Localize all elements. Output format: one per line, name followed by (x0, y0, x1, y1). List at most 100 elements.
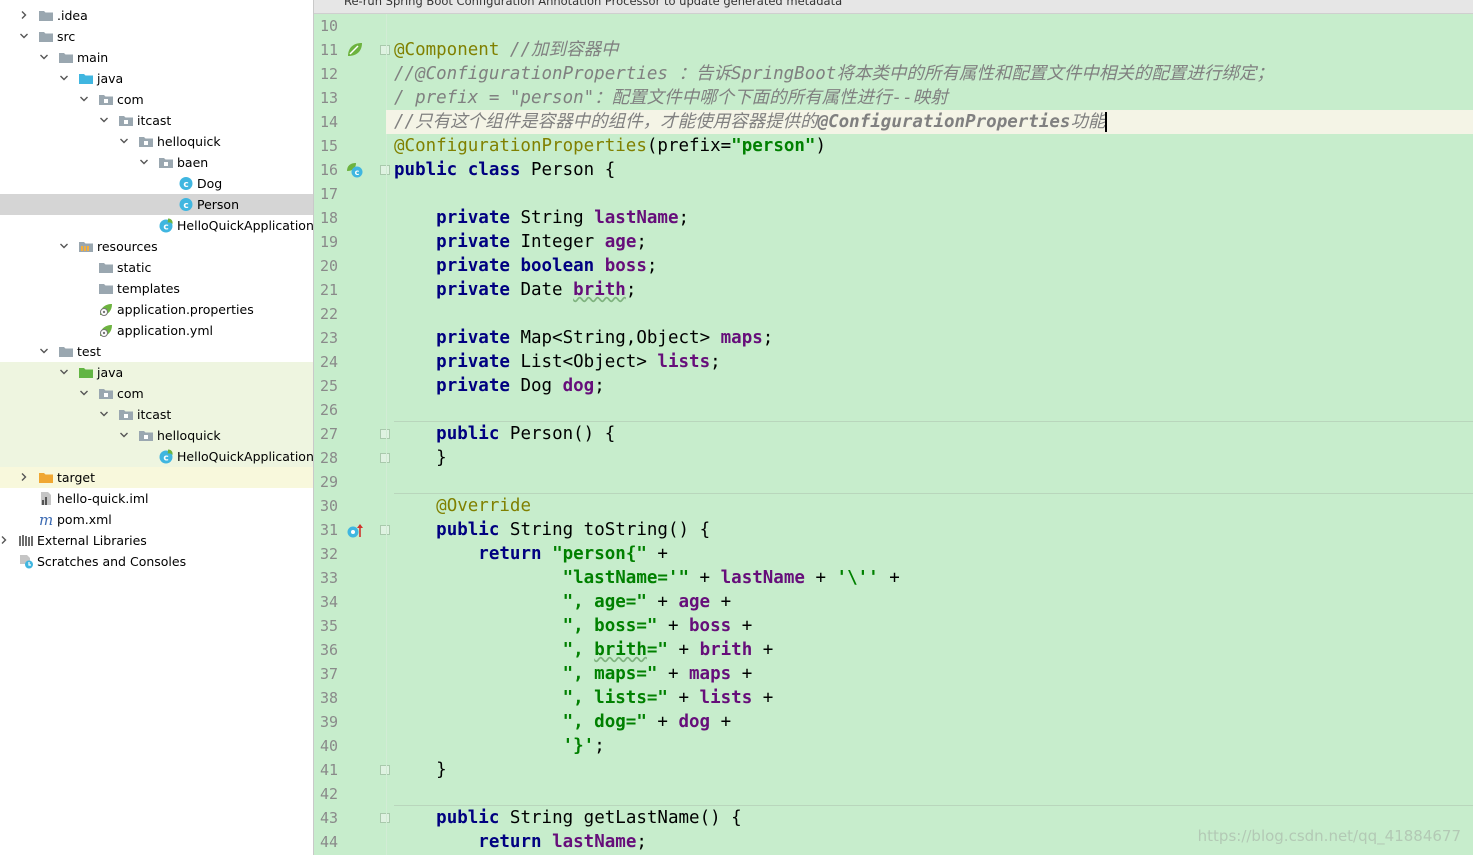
tree-item[interactable]: itcast (0, 404, 314, 425)
tree-item[interactable]: application.yml (0, 320, 314, 341)
code-line[interactable]: private List<Object> lists; (394, 350, 721, 374)
line-number[interactable]: 14 (320, 110, 350, 134)
code-line[interactable]: ", age=" + age + (394, 590, 732, 614)
code-line[interactable]: public Person() { (394, 422, 615, 446)
chevron-down-icon[interactable] (59, 241, 69, 251)
code-line[interactable]: //只有这个组件是容器中的组件，才能使用容器提供的@ConfigurationP… (394, 110, 1108, 134)
chevron-down-icon[interactable] (79, 388, 89, 398)
line-number[interactable]: 23 (320, 326, 350, 350)
code-line[interactable]: / prefix = "person"：配置文件中哪个下面的所有属性进行--映射 (394, 86, 948, 110)
chevron-down-icon[interactable] (139, 157, 149, 167)
line-number[interactable]: 37 (320, 662, 350, 686)
tree-item[interactable]: resources (0, 236, 314, 257)
chevron-down-icon[interactable] (59, 367, 69, 377)
code-editor[interactable]: Re-run Spring Boot Configuration Annotat… (314, 0, 1473, 855)
chevron-right-icon[interactable] (19, 10, 29, 20)
line-number[interactable]: 13 (320, 86, 350, 110)
code-line[interactable]: @Override (394, 494, 531, 518)
tree-item[interactable]: templates (0, 278, 314, 299)
line-number[interactable]: 36 (320, 638, 350, 662)
fold-marker-icon[interactable] (380, 429, 390, 439)
tree-item[interactable]: itcast (0, 110, 314, 131)
code-line[interactable]: ", brith=" + brith + (394, 638, 774, 662)
line-number[interactable]: 30 (320, 494, 350, 518)
spring-bean-icon[interactable] (346, 41, 364, 59)
chevron-down-icon[interactable] (59, 73, 69, 83)
fold-marker-icon[interactable] (380, 453, 390, 463)
line-number[interactable]: 41 (320, 758, 350, 782)
chevron-down-icon[interactable] (79, 94, 89, 104)
tree-item[interactable]: static (0, 257, 314, 278)
fold-marker-icon[interactable] (380, 45, 390, 55)
line-number[interactable]: 28 (320, 446, 350, 470)
code-line[interactable]: public String toString() { (394, 518, 710, 542)
line-number[interactable]: 29 (320, 470, 350, 494)
line-number[interactable]: 39 (320, 710, 350, 734)
code-line[interactable]: ", lists=" + lists + (394, 686, 774, 710)
line-number[interactable]: 44 (320, 830, 350, 854)
tree-item[interactable]: application.properties (0, 299, 314, 320)
project-tree[interactable]: .idea src main java com itcast helloquick baen c… (0, 0, 314, 855)
code-line[interactable]: ", maps=" + maps + (394, 662, 753, 686)
tree-item[interactable]: java (0, 68, 314, 89)
chevron-down-icon[interactable] (99, 409, 109, 419)
metadata-hint-bar[interactable]: Re-run Spring Boot Configuration Annotat… (314, 0, 1473, 14)
line-number[interactable]: 38 (320, 686, 350, 710)
line-number[interactable]: 15 (320, 134, 350, 158)
code-line[interactable]: private Date brith; (394, 278, 636, 302)
fold-marker-icon[interactable] (380, 813, 390, 823)
tree-item[interactable]: src (0, 26, 314, 47)
tree-item[interactable]: c Person (0, 194, 314, 215)
line-number[interactable]: 25 (320, 374, 350, 398)
chevron-right-icon[interactable] (0, 535, 9, 545)
line-number[interactable]: 24 (320, 350, 350, 374)
tree-item[interactable]: com (0, 89, 314, 110)
line-number[interactable]: 18 (320, 206, 350, 230)
code-line[interactable]: private String lastName; (394, 206, 689, 230)
tree-item[interactable]: hello-quick.iml (0, 488, 314, 509)
line-number[interactable]: 17 (320, 182, 350, 206)
chevron-down-icon[interactable] (119, 136, 129, 146)
code-line[interactable]: ", boss=" + boss + (394, 614, 753, 638)
code-line[interactable]: private Dog dog; (394, 374, 605, 398)
code-line[interactable]: } (394, 446, 447, 470)
code-line[interactable]: public String getLastName() { (394, 806, 742, 830)
code-line[interactable]: private Integer age; (394, 230, 647, 254)
code-line[interactable]: private boolean boss; (394, 254, 657, 278)
tree-item[interactable]: helloquick (0, 131, 314, 152)
chevron-down-icon[interactable] (19, 31, 29, 41)
line-number[interactable]: 43 (320, 806, 350, 830)
tree-item[interactable]: c HelloQuickApplicationTests (0, 446, 314, 467)
line-number[interactable]: 40 (320, 734, 350, 758)
line-number[interactable]: 20 (320, 254, 350, 278)
line-number[interactable]: 12 (320, 62, 350, 86)
editor-gutter[interactable]: 10 11 12 13 14 15 16 c 17 18 19 20 21 22 23 24 25 26 27 28 2… (314, 14, 390, 855)
code-line[interactable]: } (394, 758, 447, 782)
line-number[interactable]: 35 (320, 614, 350, 638)
line-number[interactable]: 21 (320, 278, 350, 302)
tree-item[interactable]: m pom.xml (0, 509, 314, 530)
code-line[interactable]: "lastName='" + lastName + '\'' + (394, 566, 900, 590)
override-method-icon[interactable] (346, 521, 364, 539)
code-line[interactable]: private Map<String,Object> maps; (394, 326, 773, 350)
code-line[interactable]: @Component //加到容器中 (394, 38, 618, 62)
line-number[interactable]: 33 (320, 566, 350, 590)
fold-marker-icon[interactable] (380, 165, 390, 175)
tree-item[interactable]: main (0, 47, 314, 68)
tree-item[interactable]: helloquick (0, 425, 314, 446)
code-line[interactable]: //@ConfigurationProperties ：告诉SpringBoot… (394, 62, 1274, 86)
line-number[interactable]: 42 (320, 782, 350, 806)
chevron-down-icon[interactable] (39, 52, 49, 62)
spring-class-gutter-icon[interactable]: c (346, 161, 364, 179)
line-number[interactable]: 19 (320, 230, 350, 254)
chevron-down-icon[interactable] (39, 346, 49, 356)
line-number[interactable]: 32 (320, 542, 350, 566)
tree-item[interactable]: java (0, 362, 314, 383)
line-number[interactable]: 26 (320, 398, 350, 422)
line-number[interactable]: 22 (320, 302, 350, 326)
line-number[interactable]: 10 (320, 14, 350, 38)
tree-item[interactable]: c HelloQuickApplication (0, 215, 314, 236)
tree-item[interactable]: .idea (0, 5, 314, 26)
code-line[interactable]: return "person{" + (394, 542, 668, 566)
tree-item[interactable]: com (0, 383, 314, 404)
